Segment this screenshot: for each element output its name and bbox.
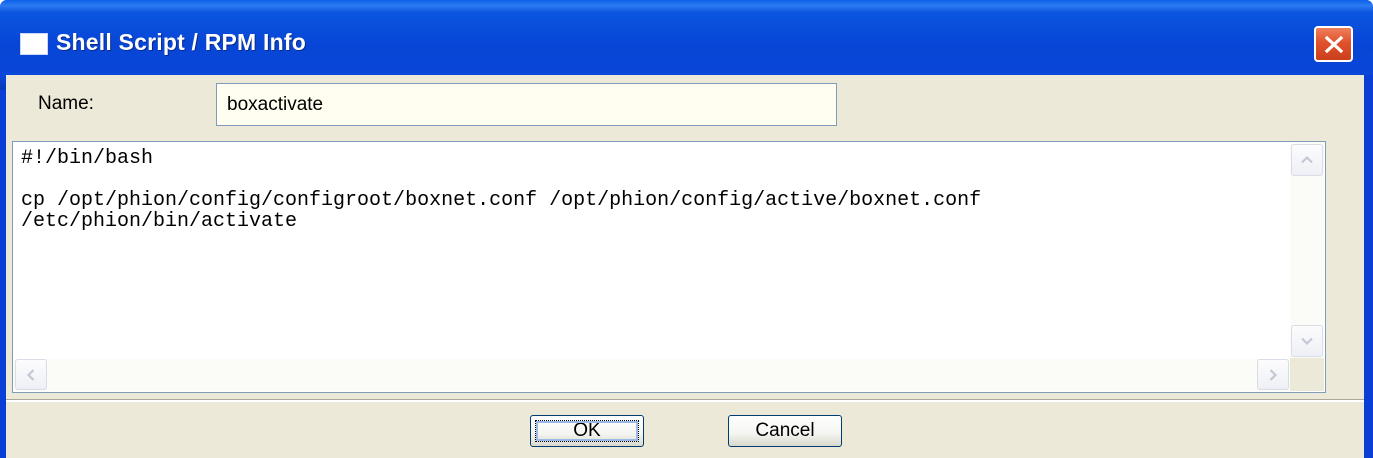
name-label: Name: xyxy=(38,93,94,114)
chevron-right-icon xyxy=(1269,368,1278,381)
scroll-up-button[interactable] xyxy=(1291,144,1323,176)
close-button[interactable] xyxy=(1314,26,1353,62)
scroll-left-button[interactable] xyxy=(15,359,47,390)
vertical-scrollbar[interactable] xyxy=(1290,143,1324,358)
script-editor[interactable]: #!/bin/bash cp /opt/phion/config/configr… xyxy=(12,141,1326,393)
cancel-button-label: Cancel xyxy=(755,420,815,441)
focus-rectangle xyxy=(535,420,639,442)
window-title: Shell Script / RPM Info xyxy=(56,29,306,55)
horizontal-scrollbar[interactable] xyxy=(14,359,1290,391)
dialog-body: Name: #!/bin/bash cp /opt/phion/config/c… xyxy=(6,75,1364,458)
chevron-left-icon xyxy=(26,368,35,381)
window-border-right xyxy=(1364,75,1373,458)
button-bar-divider xyxy=(6,399,1364,402)
dialog-window: Shell Script / RPM Info Name: #!/bin/bas… xyxy=(0,0,1373,458)
script-content[interactable]: #!/bin/bash cp /opt/phion/config/configr… xyxy=(21,148,1289,358)
close-icon xyxy=(1324,35,1344,54)
scroll-down-button[interactable] xyxy=(1291,325,1323,357)
chevron-down-icon xyxy=(1301,337,1313,346)
scrollbar-corner xyxy=(1290,358,1324,391)
scroll-right-button[interactable] xyxy=(1257,359,1289,390)
ok-button[interactable]: OK xyxy=(530,415,644,447)
cancel-button[interactable]: Cancel xyxy=(728,415,842,447)
name-input[interactable] xyxy=(216,83,837,126)
chevron-up-icon xyxy=(1301,155,1313,164)
window-icon xyxy=(20,33,48,55)
